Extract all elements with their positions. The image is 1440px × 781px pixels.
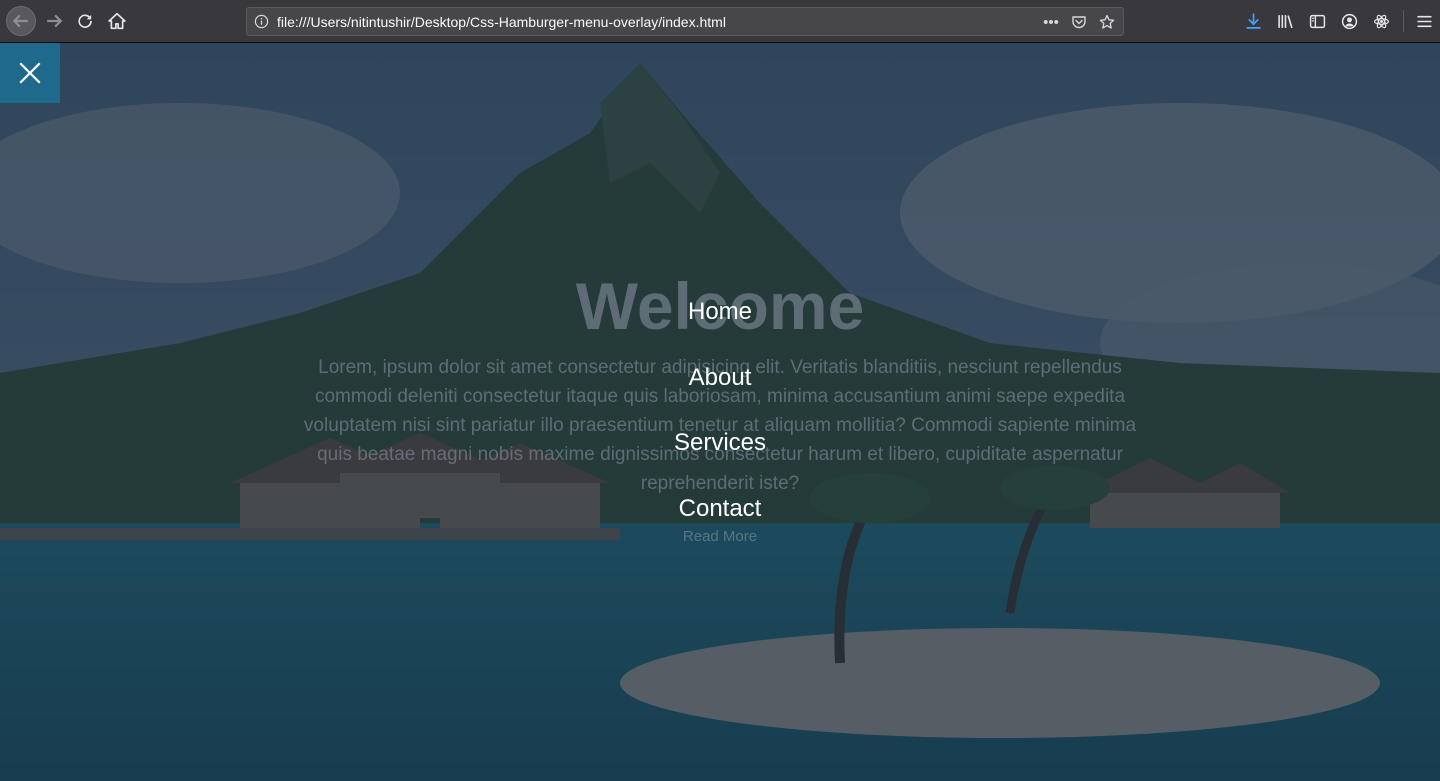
star-icon[interactable] — [1095, 11, 1119, 33]
browser-toolbar: file:///Users/nitintushir/Desktop/Css-Ha… — [0, 0, 1440, 43]
menu-link-contact[interactable]: Contact — [679, 490, 762, 528]
home-icon[interactable] — [102, 6, 132, 36]
page-actions-icon[interactable]: ••• — [1039, 11, 1063, 33]
reload-icon[interactable] — [70, 6, 100, 36]
toolbar-right — [1237, 6, 1440, 36]
back-arrow-icon[interactable] — [6, 6, 36, 36]
info-icon[interactable] — [253, 13, 270, 30]
download-icon[interactable] — [1237, 6, 1269, 36]
menu-item-contact: Contact — [0, 490, 1440, 556]
react-devtools-icon[interactable] — [1365, 6, 1397, 36]
sidebar-icon[interactable] — [1301, 6, 1333, 36]
menu-link-home[interactable]: Home — [688, 293, 752, 331]
url-text[interactable]: file:///Users/nitintushir/Desktop/Css-Ha… — [277, 14, 726, 30]
menu-item-home: Home — [0, 293, 1440, 359]
account-icon[interactable] — [1333, 6, 1365, 36]
menu-link-services[interactable]: Services — [674, 424, 766, 462]
hamburger-menu-icon[interactable] — [1408, 6, 1440, 36]
menu-close-button[interactable] — [0, 43, 60, 103]
forward-arrow-icon[interactable] — [39, 6, 69, 36]
pocket-icon[interactable] — [1067, 11, 1091, 33]
menu-item-about: About — [0, 359, 1440, 425]
url-actions: ••• — [1039, 11, 1119, 33]
toolbar-separator — [1403, 10, 1404, 32]
menu-item-services: Services — [0, 424, 1440, 490]
menu-link-about[interactable]: About — [689, 359, 752, 397]
close-icon — [19, 62, 41, 84]
overlay-menu: Home About Services Contact — [0, 293, 1440, 555]
url-bar[interactable]: file:///Users/nitintushir/Desktop/Css-Ha… — [246, 7, 1124, 36]
library-icon[interactable] — [1269, 6, 1301, 36]
page-viewport: Welcome Lorem, ipsum dolor sit amet cons… — [0, 43, 1440, 781]
